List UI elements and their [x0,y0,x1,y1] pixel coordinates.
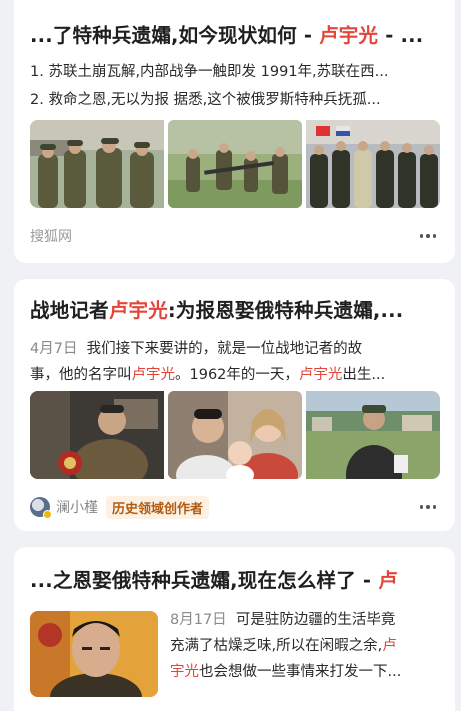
soldiers-field-photo[interactable] [168,120,302,208]
man-outdoors-photo[interactable] [306,391,440,479]
snippet-text: 充满了枯燥乏味,所以在闲暇之余, [170,638,383,654]
result-title[interactable]: ...了特种兵遗孀,如今现状如何 - 卢宇光 - ... [30,22,439,50]
title-text-suffix: :为报恩娶俄特种兵遗孀,... [167,299,404,322]
snippet-line-2: 2. 救命之恩,无以为报 据悉,这个被俄罗斯特种兵抚孤... [30,92,381,108]
title-highlight: 卢宇光 [319,24,379,47]
snippet-text: 出生... [342,367,386,383]
title-highlight: 卢宇光 [108,299,168,322]
man-in-office-photo[interactable] [30,391,164,479]
snippet-text: 可是驻防边疆的生活毕竟 [235,612,396,628]
author-tag: 历史领域创作者 [106,495,210,519]
snippet-line-2: 事，他的名字叫卢宇光。1962年的一天，卢宇光出生... [30,363,439,387]
soldiers-formation-photo[interactable] [306,120,440,208]
title-text-suffix: - ... [378,24,424,47]
snippet-text: 事，他的名字叫 [30,367,132,383]
snippet-text: 也会想做一些事情来打发一下... [199,664,402,680]
man-portrait-photo[interactable] [30,611,158,697]
snippet: 8月17日 可是驻防边疆的生活毕竟 充满了枯燥乏味,所以在闲暇之余,卢 宇光也会… [170,607,439,685]
source-label[interactable]: 搜狐网 [30,226,72,246]
result-title[interactable]: 战地记者卢宇光:为报恩娶俄特种兵遗孀,... [30,297,439,325]
snippet-line-1: 4月7日 我们接下来要讲的，就是一位战地记者的故 [30,337,439,361]
snippet-date: 8月17日 [170,612,227,628]
snippet-highlight: 卢宇光 [131,367,176,383]
search-result-card-3[interactable]: ...之恩娶俄特种兵遗孀,现在怎么样了 - 卢 8月17日 可是驻防边疆的生活毕… [14,547,455,711]
snippet-date: 4月7日 [30,341,78,357]
snippet-line-1: 1. 苏联土崩瓦解,内部战争一触即发 1991年,苏联在西... [30,64,389,80]
snippet-highlight: 卢宇光 [298,367,343,383]
title-text: 战地记者 [30,299,109,322]
title-text: ...之恩娶俄特种兵遗孀,现在怎么样了 - [30,569,379,592]
search-result-card-2[interactable]: 战地记者卢宇光:为报恩娶俄特种兵遗孀,... 4月7日 我们接下来要讲的，就是一… [14,279,455,531]
title-highlight: 卢 [378,569,398,592]
result-title[interactable]: ...之恩娶俄特种兵遗孀,现在怎么样了 - 卢 [30,567,439,595]
author-name[interactable]: 澜小槿 [56,497,98,517]
snippet-highlight: 宇光 [170,664,199,680]
soldiers-group-photo[interactable] [30,120,164,208]
search-result-card-1[interactable]: ...了特种兵遗孀,如今现状如何 - 卢宇光 - ... 1. 苏联土崩瓦解,内… [14,0,455,263]
avatar[interactable] [30,497,52,519]
verified-badge-icon [43,510,52,519]
family-photo[interactable] [168,391,302,479]
snippet-text: 。1962年的一天， [175,367,299,383]
ellipsis-icon[interactable] [417,224,439,248]
title-text: ...了特种兵遗孀,如今现状如何 - [30,24,320,47]
ellipsis-icon[interactable] [417,495,439,519]
snippet-highlight: 卢 [382,638,397,654]
snippet-text: 我们接下来要讲的，就是一位战地记者的故 [86,341,363,357]
